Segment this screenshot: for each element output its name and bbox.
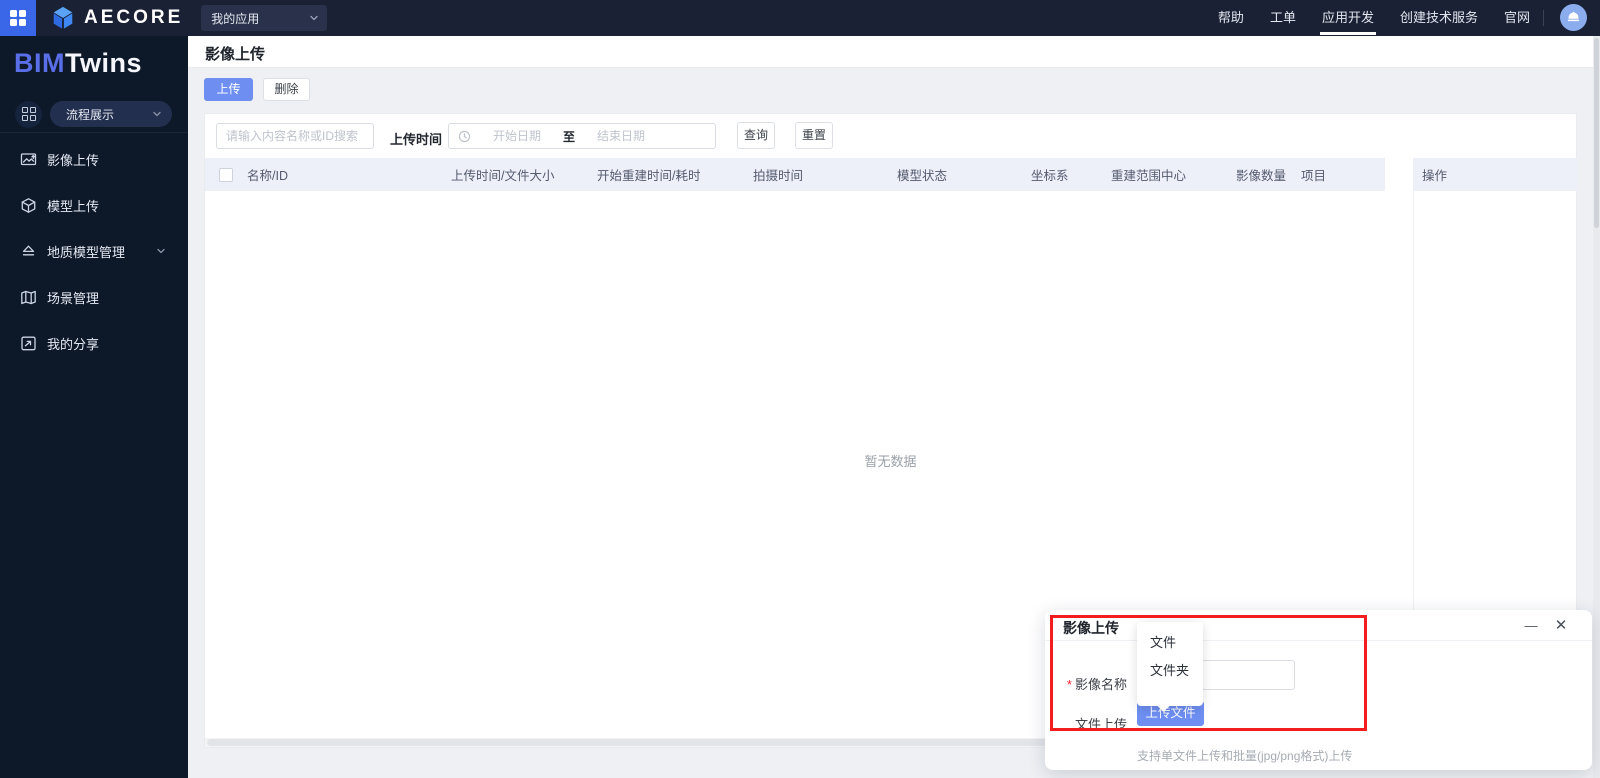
image-upload-icon: [20, 152, 37, 165]
image-upload-dialog: 影像上传 — ✕ * 影像名称 文件上传 上传文件 支持单文件上传和批量(jpg/…: [1045, 610, 1592, 770]
brand-name: AECORE: [84, 7, 184, 28]
sidebar-item-scene-mgmt[interactable]: 场景管理: [0, 274, 188, 320]
layout-grid-button[interactable]: [15, 100, 42, 128]
column-header: 坐标系: [1031, 169, 1069, 183]
nav-link-help[interactable]: 帮助: [1218, 0, 1244, 36]
end-date-input[interactable]: [575, 129, 668, 143]
page-title: 影像上传: [205, 46, 266, 63]
table-empty-text: 暂无数据: [864, 454, 917, 469]
search-input[interactable]: [216, 123, 374, 149]
flow-row: 流程展示: [0, 94, 188, 134]
navbar-links: 帮助 工单 应用开发 创建技术服务 官网: [1218, 0, 1530, 36]
sidebar-item-label: 影像上传: [47, 152, 100, 168]
brand[interactable]: AECORE: [50, 5, 183, 31]
clock-icon: [458, 130, 471, 142]
column-header: 重建范围中心: [1111, 169, 1187, 183]
dialog-title: 影像上传: [1063, 620, 1119, 636]
nav-link-workorder[interactable]: 工单: [1270, 0, 1296, 36]
cube-icon: [21, 197, 36, 213]
grid-icon: [21, 107, 36, 121]
date-range-picker[interactable]: 至: [448, 123, 716, 149]
sidebar-item-label: 我的分享: [47, 336, 100, 352]
apps-grid-icon: [10, 10, 26, 26]
chevron-down-icon: [153, 111, 161, 117]
nav-link-tech-service[interactable]: 创建技术服务: [1400, 0, 1478, 36]
query-button[interactable]: 查询: [737, 122, 775, 149]
popup-item-folder[interactable]: 文件夹: [1137, 657, 1203, 685]
layers-icon: [22, 245, 35, 255]
column-header: 开始重建时间/耗时: [597, 169, 701, 183]
sidebar-menu: 影像上传 模型上传 地质模型管理 场景管理 我的分享: [0, 136, 188, 366]
delete-button[interactable]: 删除: [263, 78, 310, 101]
date-to-label: 至: [563, 129, 576, 144]
start-date-input[interactable]: [471, 129, 563, 143]
column-header: 名称/ID: [247, 169, 288, 183]
app-select-value: 我的应用: [211, 11, 260, 26]
logo-bim: BIM: [14, 48, 65, 78]
select-all-cell: [205, 167, 247, 182]
brand-cube-icon: [53, 6, 73, 29]
dialog-controls: — ✕: [1522, 616, 1570, 634]
chevron-down-icon: [310, 15, 318, 21]
top-navbar: AECORE 我的应用 帮助 工单 应用开发 创建技术服务 官网: [0, 0, 1600, 36]
column-header: 模型状态: [897, 169, 948, 183]
chevron-down-icon: [157, 248, 165, 254]
image-name-label: * 影像名称: [1066, 677, 1127, 692]
select-all-checkbox[interactable]: [219, 167, 233, 182]
upload-hint: 支持单文件上传和批量(jpg/png格式)上传: [1137, 749, 1353, 763]
table-header: 名称/ID 上传时间/文件大小 开始重建时间/耗时 拍摄时间 模型状态 坐标系 …: [205, 158, 1578, 191]
required-mark: *: [1066, 677, 1072, 692]
sidebar-item-my-shares[interactable]: 我的分享: [0, 320, 188, 366]
dialog-header: 影像上传 — ✕: [1045, 610, 1592, 641]
close-icon[interactable]: ✕: [1552, 616, 1570, 634]
reset-button[interactable]: 重置: [795, 122, 833, 149]
share-doc-icon: [21, 336, 36, 350]
column-header-actions: 操作: [1422, 169, 1448, 183]
table-header-main: 名称/ID 上传时间/文件大小 开始重建时间/耗时 拍摄时间 模型状态 坐标系 …: [205, 158, 1385, 191]
nav-link-official-site[interactable]: 官网: [1504, 0, 1530, 36]
helmet-icon: [1567, 11, 1580, 22]
sidebar-item-label: 场景管理: [47, 290, 100, 306]
file-upload-label: 文件上传: [1074, 717, 1127, 732]
map-icon: [21, 290, 36, 304]
column-header: 上传时间/文件大小: [451, 169, 555, 183]
flow-display-dropdown[interactable]: 流程展示: [50, 101, 172, 127]
navbar-divider: [1543, 10, 1544, 26]
nav-link-app-dev[interactable]: 应用开发: [1319, 0, 1376, 36]
sidebar-item-label: 地质模型管理: [47, 244, 126, 260]
column-header: 拍摄时间: [753, 169, 804, 183]
sidebar-item-model-upload[interactable]: 模型上传: [0, 182, 188, 228]
app-select-dropdown[interactable]: 我的应用: [201, 5, 328, 31]
filter-bar: 上传时间 至 查询 重置: [205, 114, 1576, 158]
logo-twins: Twins: [65, 48, 143, 78]
table-header-fixed: 操作: [1413, 158, 1578, 191]
sidebar-item-geo-model[interactable]: 地质模型管理: [0, 228, 188, 274]
sidebar-item-image-upload[interactable]: 影像上传: [0, 136, 188, 182]
column-header: 项目: [1301, 169, 1327, 183]
page-header: 影像上传: [188, 36, 1593, 68]
vertical-scrollbar-thumb[interactable]: [1594, 38, 1599, 228]
app-root: AECORE 我的应用 帮助 工单 应用开发 创建技术服务 官网 BIMTwin…: [0, 0, 1600, 778]
vertical-scrollbar: [1593, 36, 1600, 778]
apps-grid-button[interactable]: [0, 0, 36, 36]
upload-time-label: 上传时间: [390, 132, 443, 147]
user-avatar[interactable]: [1560, 4, 1587, 31]
upload-button[interactable]: 上传: [204, 78, 253, 101]
column-header: 影像数量: [1236, 169, 1287, 183]
upload-type-popup: 文件 文件夹: [1137, 622, 1203, 712]
sidebar-separator: [0, 132, 188, 133]
flow-display-value: 流程展示: [66, 107, 115, 122]
sidebar-logo: BIMTwins: [14, 48, 142, 79]
popup-item-file[interactable]: 文件: [1137, 629, 1203, 657]
sidebar: BIMTwins 流程展示 影像上传 模型上传 地质模型管理 场景管理 我的分享: [0, 36, 188, 778]
minimize-icon[interactable]: —: [1522, 616, 1540, 634]
sidebar-item-label: 模型上传: [47, 198, 100, 214]
